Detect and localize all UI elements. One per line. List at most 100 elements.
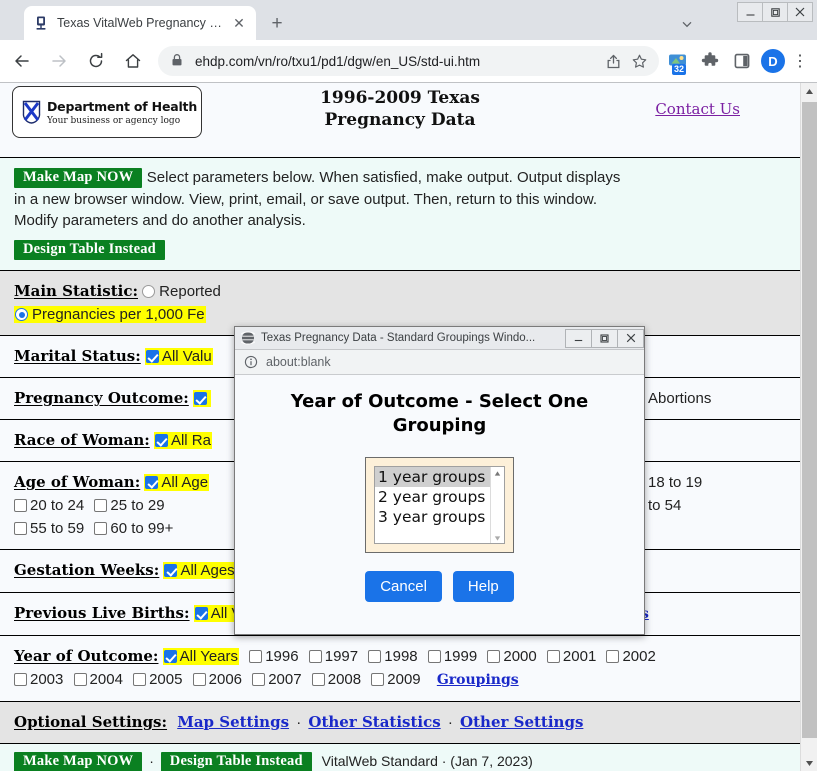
back-icon[interactable] — [7, 46, 37, 76]
checkbox-age-60-99[interactable] — [94, 522, 108, 535]
radio-reported[interactable] — [142, 285, 156, 298]
checkbox-plb-all[interactable] — [194, 607, 208, 620]
help-button[interactable]: Help — [452, 571, 514, 602]
year-option-2005[interactable]: 2005 — [133, 668, 182, 691]
checkbox-year-2002[interactable] — [606, 650, 620, 663]
year-all[interactable]: All Years — [162, 648, 240, 665]
main-statistic-option-reported[interactable]: Reported — [142, 280, 221, 303]
main-statistic-option-rate[interactable]: Pregnancies per 1,000 Fe — [14, 306, 206, 323]
checkbox-year-2000[interactable] — [487, 650, 501, 663]
popup-address-bar[interactable]: about:blank — [235, 350, 644, 375]
age-of-woman-all[interactable]: All Age — [144, 474, 210, 491]
cancel-button[interactable]: Cancel — [365, 571, 442, 602]
age-option-20-24[interactable]: 20 to 24 — [14, 494, 84, 517]
popup-minimize-button[interactable] — [565, 328, 592, 348]
checkbox-age-20-24[interactable] — [14, 499, 27, 512]
checkbox-year-2003[interactable] — [14, 673, 27, 686]
scrollbar-thumb[interactable] — [802, 102, 817, 738]
year-option-2004[interactable]: 2004 — [73, 668, 123, 691]
window-maximize-button[interactable] — [762, 2, 788, 22]
year-option-2009[interactable]: 2009 — [371, 668, 421, 691]
age-option-60-99[interactable]: 60 to 99+ — [94, 517, 173, 540]
year-option-1997[interactable]: 1997 — [308, 645, 358, 668]
gestation-all[interactable]: All Ages — [163, 562, 236, 579]
popup-body: Year of Outcome - Select One Grouping 1 … — [235, 375, 644, 602]
checkbox-year-1999[interactable] — [427, 650, 441, 663]
checkbox-race-all[interactable] — [154, 434, 168, 447]
checkbox-outcome-all[interactable] — [193, 392, 207, 405]
sep-1: · — [296, 714, 302, 731]
pregnancy-outcome-all[interactable] — [192, 390, 211, 407]
extensions-puzzle-icon[interactable] — [697, 48, 723, 74]
year-option-2006[interactable]: 2006 — [192, 668, 242, 691]
forward-icon[interactable] — [44, 46, 74, 76]
listbox-option-3-year[interactable]: 3 year groups — [375, 507, 504, 527]
listbox-scroll-up-icon[interactable] — [491, 467, 504, 480]
extension-translate-icon[interactable]: 32 — [665, 48, 691, 75]
race-of-woman-all[interactable]: All Ra — [153, 432, 212, 449]
checkbox-age-55-59[interactable] — [14, 522, 27, 535]
popup-close-button[interactable] — [617, 328, 644, 348]
popup-maximize-button[interactable] — [591, 328, 618, 348]
page-scrollbar[interactable] — [800, 83, 817, 771]
browser-tab[interactable]: Texas VitalWeb Pregnancy Data - ✕ — [24, 6, 256, 40]
age-option-55-59[interactable]: 55 to 59 — [14, 517, 84, 540]
year-option-1996[interactable]: 1996 — [249, 645, 299, 668]
checkbox-year-all[interactable] — [163, 650, 177, 663]
chevron-down-icon[interactable] — [677, 14, 697, 34]
listbox-scrollbar[interactable] — [490, 467, 504, 543]
year-option-2003[interactable]: 2003 — [14, 668, 63, 691]
checkbox-year-2008[interactable] — [311, 673, 325, 686]
year-option-2001[interactable]: 2001 — [546, 645, 596, 668]
design-table-instead-button-top[interactable]: Design Table Instead — [14, 240, 165, 260]
year-option-2002[interactable]: 2002 — [606, 645, 656, 668]
checkbox-year-1997[interactable] — [308, 650, 322, 663]
checkbox-year-2006[interactable] — [192, 673, 206, 686]
browser-menu-icon[interactable]: ⋮ — [789, 48, 811, 74]
checkbox-age-all[interactable] — [145, 476, 159, 489]
year-option-2007[interactable]: 2007 — [252, 668, 302, 691]
share-icon[interactable] — [601, 49, 625, 73]
checkbox-year-1996[interactable] — [249, 650, 263, 663]
window-close-button[interactable] — [787, 2, 813, 22]
home-icon[interactable] — [118, 46, 148, 76]
new-tab-button[interactable]: + — [266, 13, 288, 35]
marital-status-all-values[interactable]: All Valu — [144, 348, 213, 365]
contact-us-link[interactable]: Contact Us — [655, 100, 740, 118]
checkbox-year-2009[interactable] — [371, 673, 385, 686]
checkbox-age-25-29[interactable] — [94, 499, 108, 512]
checkbox-year-2007[interactable] — [252, 673, 266, 686]
year-option-1998[interactable]: 1998 — [368, 645, 418, 668]
year-option-1999[interactable]: 1999 — [427, 645, 477, 668]
year-option-2008[interactable]: 2008 — [311, 668, 361, 691]
bookmark-star-icon[interactable] — [627, 49, 651, 73]
checkbox-year-2004[interactable] — [73, 673, 87, 686]
year-groupings-link[interactable]: Groupings — [437, 672, 519, 688]
listbox-option-1-year[interactable]: 1 year groups — [375, 467, 504, 487]
make-map-now-button-top[interactable]: Make Map NOW — [14, 167, 143, 188]
radio-rate[interactable] — [15, 308, 28, 321]
sidepanel-icon[interactable] — [729, 48, 755, 74]
tab-close-icon[interactable]: ✕ — [230, 14, 248, 32]
profile-avatar[interactable]: D — [761, 49, 785, 73]
checkbox-marital-all[interactable] — [145, 350, 159, 363]
listbox-option-2-year[interactable]: 2 year groups — [375, 487, 504, 507]
age-option-25-29[interactable]: 25 to 29 — [94, 494, 165, 517]
year-option-2000[interactable]: 2000 — [487, 645, 537, 668]
grouping-listbox[interactable]: 1 year groups 2 year groups 3 year group… — [374, 466, 505, 544]
checkbox-year-2005[interactable] — [133, 673, 147, 686]
reload-icon[interactable] — [81, 46, 111, 76]
checkbox-year-2001[interactable] — [546, 650, 560, 663]
design-table-instead-button-bottom[interactable]: Design Table Instead — [160, 752, 312, 771]
checkbox-gestation-all[interactable] — [164, 564, 178, 577]
address-bar[interactable]: ehdp.com/vn/ro/txu1/pd1/dgw/en_US/std-ui… — [158, 46, 659, 76]
scroll-up-arrow-icon[interactable] — [801, 83, 817, 100]
other-statistics-link[interactable]: Other Statistics — [308, 713, 440, 731]
make-map-now-button-bottom[interactable]: Make Map NOW — [14, 752, 143, 771]
scroll-down-arrow-icon[interactable] — [801, 755, 817, 771]
checkbox-year-1998[interactable] — [368, 650, 382, 663]
map-settings-link[interactable]: Map Settings — [177, 713, 289, 731]
other-settings-link[interactable]: Other Settings — [460, 713, 583, 731]
window-minimize-button[interactable] — [737, 2, 763, 22]
listbox-scroll-down-icon[interactable] — [491, 532, 504, 543]
